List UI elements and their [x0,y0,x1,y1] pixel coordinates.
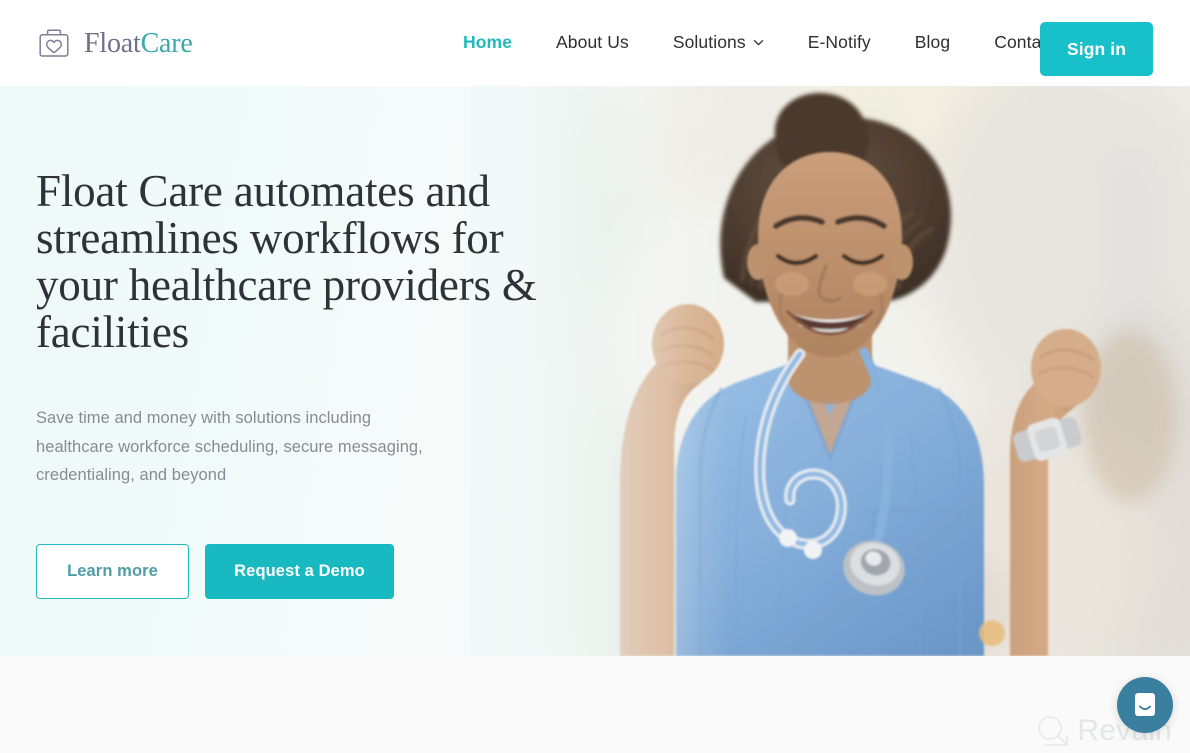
nav-item-e-notify[interactable]: E-Notify [786,34,893,52]
nav-item-about-us-label: About Us [556,32,629,53]
brand-word-care: Care [140,28,193,59]
page-root: FloatCare Home About Us Solutions E-Noti… [0,0,1190,753]
brand-wordmark: FloatCare [84,30,193,58]
request-demo-button[interactable]: Request a Demo [205,544,394,599]
nav-item-home[interactable]: Home [441,34,534,52]
site-header: FloatCare Home About Us Solutions E-Noti… [0,0,1190,86]
intercom-chat-icon [1130,690,1160,720]
nav-item-solutions-label: Solutions [672,32,746,53]
main-navigation: Home About Us Solutions E-Notify Blog Co… [441,0,1077,86]
below-fold-section [0,656,1190,753]
nav-item-home-label: Home [463,32,513,53]
nav-item-blog[interactable]: Blog [893,34,972,52]
hero-subtitle: Save time and money with solutions inclu… [36,409,423,484]
hero-cta-group: Learn more Request a Demo [36,544,394,599]
chevron-down-icon [753,37,764,48]
nav-item-about-us[interactable]: About Us [534,34,651,52]
sign-in-button[interactable]: Sign in [1040,22,1153,76]
hero-section: Float Care automates and streamlines wor… [0,86,1190,656]
page-title: Float Care automates and streamlines wor… [36,166,537,357]
chat-launcher-button[interactable] [1117,677,1173,733]
brand-logo-link[interactable]: FloatCare [33,22,193,64]
nav-item-solutions[interactable]: Solutions [651,34,786,52]
nav-item-blog-label: Blog [914,32,951,53]
brand-word-float: Float [84,28,141,59]
shopping-bag-heart-icon [33,22,75,64]
nav-item-e-notify-label: E-Notify [807,32,871,53]
hero-copy: Float Care automates and streamlines wor… [0,86,600,656]
learn-more-button[interactable]: Learn more [36,544,189,599]
